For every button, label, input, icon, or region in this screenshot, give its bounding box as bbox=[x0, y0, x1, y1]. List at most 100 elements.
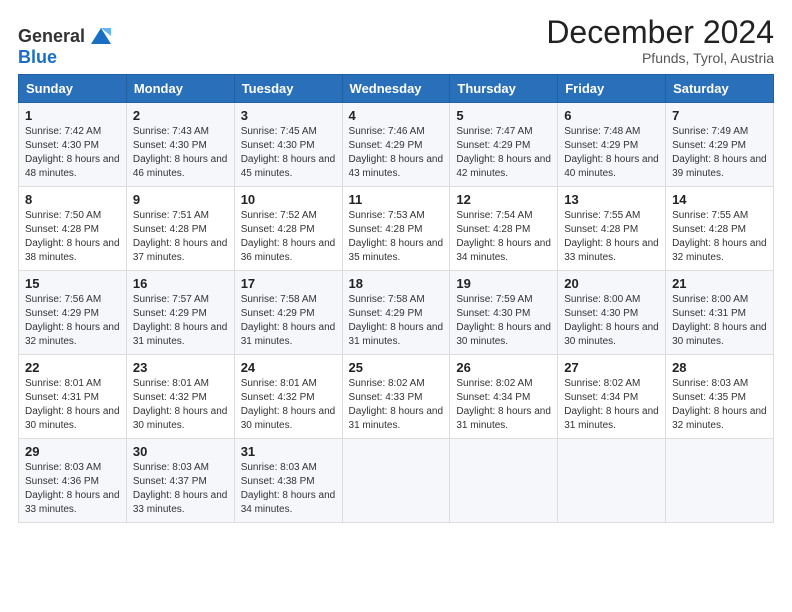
day-number: 6 bbox=[564, 108, 659, 123]
day-number: 18 bbox=[349, 276, 444, 291]
cell-content: Sunrise: 7:46 AMSunset: 4:29 PMDaylight:… bbox=[349, 126, 444, 179]
table-row: 27 Sunrise: 8:02 AMSunset: 4:34 PMDaylig… bbox=[558, 355, 666, 439]
cell-content: Sunrise: 7:55 AMSunset: 4:28 PMDaylight:… bbox=[672, 210, 767, 263]
table-row: 23 Sunrise: 8:01 AMSunset: 4:32 PMDaylig… bbox=[126, 355, 234, 439]
logo-blue: Blue bbox=[18, 48, 57, 66]
day-number: 23 bbox=[133, 360, 228, 375]
cell-content: Sunrise: 8:02 AMSunset: 4:33 PMDaylight:… bbox=[349, 378, 444, 431]
table-row: 24 Sunrise: 8:01 AMSunset: 4:32 PMDaylig… bbox=[234, 355, 342, 439]
calendar-week-row: 29 Sunrise: 8:03 AMSunset: 4:36 PMDaylig… bbox=[19, 439, 774, 523]
day-number: 8 bbox=[25, 192, 120, 207]
calendar-week-row: 8 Sunrise: 7:50 AMSunset: 4:28 PMDayligh… bbox=[19, 187, 774, 271]
day-number: 19 bbox=[456, 276, 551, 291]
logo-icon bbox=[87, 22, 115, 50]
logo-text: General bbox=[18, 27, 85, 45]
day-number: 29 bbox=[25, 444, 120, 459]
day-number: 12 bbox=[456, 192, 551, 207]
table-row: 21 Sunrise: 8:00 AMSunset: 4:31 PMDaylig… bbox=[666, 271, 774, 355]
day-number: 30 bbox=[133, 444, 228, 459]
title-block: December 2024 Pfunds, Tyrol, Austria bbox=[546, 15, 774, 66]
day-number: 21 bbox=[672, 276, 767, 291]
cell-content: Sunrise: 7:47 AMSunset: 4:29 PMDaylight:… bbox=[456, 126, 551, 179]
day-number: 7 bbox=[672, 108, 767, 123]
table-row: 11 Sunrise: 7:53 AMSunset: 4:28 PMDaylig… bbox=[342, 187, 450, 271]
cell-content: Sunrise: 7:49 AMSunset: 4:29 PMDaylight:… bbox=[672, 126, 767, 179]
header-monday: Monday bbox=[126, 75, 234, 103]
day-number: 11 bbox=[349, 192, 444, 207]
logo: General Blue bbox=[18, 22, 115, 66]
cell-content: Sunrise: 7:55 AMSunset: 4:28 PMDaylight:… bbox=[564, 210, 659, 263]
table-row: 18 Sunrise: 7:58 AMSunset: 4:29 PMDaylig… bbox=[342, 271, 450, 355]
header-friday: Friday bbox=[558, 75, 666, 103]
weekday-header-row: Sunday Monday Tuesday Wednesday Thursday… bbox=[19, 75, 774, 103]
table-row: 25 Sunrise: 8:02 AMSunset: 4:33 PMDaylig… bbox=[342, 355, 450, 439]
cell-content: Sunrise: 7:57 AMSunset: 4:29 PMDaylight:… bbox=[133, 294, 228, 347]
cell-content: Sunrise: 7:53 AMSunset: 4:28 PMDaylight:… bbox=[349, 210, 444, 263]
header-wednesday: Wednesday bbox=[342, 75, 450, 103]
day-number: 9 bbox=[133, 192, 228, 207]
day-number: 26 bbox=[456, 360, 551, 375]
cell-content: Sunrise: 8:03 AMSunset: 4:36 PMDaylight:… bbox=[25, 462, 120, 515]
day-number: 4 bbox=[349, 108, 444, 123]
calendar-week-row: 1 Sunrise: 7:42 AMSunset: 4:30 PMDayligh… bbox=[19, 103, 774, 187]
table-row: 2 Sunrise: 7:43 AMSunset: 4:30 PMDayligh… bbox=[126, 103, 234, 187]
table-row: 4 Sunrise: 7:46 AMSunset: 4:29 PMDayligh… bbox=[342, 103, 450, 187]
day-number: 3 bbox=[241, 108, 336, 123]
month-title: December 2024 bbox=[546, 15, 774, 50]
day-number: 17 bbox=[241, 276, 336, 291]
day-number: 14 bbox=[672, 192, 767, 207]
table-row: 10 Sunrise: 7:52 AMSunset: 4:28 PMDaylig… bbox=[234, 187, 342, 271]
cell-content: Sunrise: 8:02 AMSunset: 4:34 PMDaylight:… bbox=[456, 378, 551, 431]
table-row: 6 Sunrise: 7:48 AMSunset: 4:29 PMDayligh… bbox=[558, 103, 666, 187]
table-row: 16 Sunrise: 7:57 AMSunset: 4:29 PMDaylig… bbox=[126, 271, 234, 355]
cell-content: Sunrise: 7:54 AMSunset: 4:28 PMDaylight:… bbox=[456, 210, 551, 263]
cell-content: Sunrise: 8:01 AMSunset: 4:32 PMDaylight:… bbox=[133, 378, 228, 431]
day-number: 10 bbox=[241, 192, 336, 207]
day-number: 20 bbox=[564, 276, 659, 291]
table-row: 1 Sunrise: 7:42 AMSunset: 4:30 PMDayligh… bbox=[19, 103, 127, 187]
cell-content: Sunrise: 7:59 AMSunset: 4:30 PMDaylight:… bbox=[456, 294, 551, 347]
table-row: 5 Sunrise: 7:47 AMSunset: 4:29 PMDayligh… bbox=[450, 103, 558, 187]
table-row: 22 Sunrise: 8:01 AMSunset: 4:31 PMDaylig… bbox=[19, 355, 127, 439]
logo-general: General bbox=[18, 26, 85, 46]
table-row: 19 Sunrise: 7:59 AMSunset: 4:30 PMDaylig… bbox=[450, 271, 558, 355]
table-row: 28 Sunrise: 8:03 AMSunset: 4:35 PMDaylig… bbox=[666, 355, 774, 439]
cell-content: Sunrise: 7:43 AMSunset: 4:30 PMDaylight:… bbox=[133, 126, 228, 179]
day-number: 28 bbox=[672, 360, 767, 375]
calendar-table: Sunday Monday Tuesday Wednesday Thursday… bbox=[18, 74, 774, 523]
cell-content: Sunrise: 7:58 AMSunset: 4:29 PMDaylight:… bbox=[241, 294, 336, 347]
table-row: 31 Sunrise: 8:03 AMSunset: 4:38 PMDaylig… bbox=[234, 439, 342, 523]
calendar-week-row: 15 Sunrise: 7:56 AMSunset: 4:29 PMDaylig… bbox=[19, 271, 774, 355]
cell-content: Sunrise: 7:51 AMSunset: 4:28 PMDaylight:… bbox=[133, 210, 228, 263]
table-row: 14 Sunrise: 7:55 AMSunset: 4:28 PMDaylig… bbox=[666, 187, 774, 271]
day-number: 24 bbox=[241, 360, 336, 375]
cell-content: Sunrise: 8:00 AMSunset: 4:31 PMDaylight:… bbox=[672, 294, 767, 347]
day-number: 31 bbox=[241, 444, 336, 459]
location-subtitle: Pfunds, Tyrol, Austria bbox=[546, 50, 774, 66]
table-row: 3 Sunrise: 7:45 AMSunset: 4:30 PMDayligh… bbox=[234, 103, 342, 187]
cell-content: Sunrise: 7:45 AMSunset: 4:30 PMDaylight:… bbox=[241, 126, 336, 179]
table-row: 7 Sunrise: 7:49 AMSunset: 4:29 PMDayligh… bbox=[666, 103, 774, 187]
table-row: 26 Sunrise: 8:02 AMSunset: 4:34 PMDaylig… bbox=[450, 355, 558, 439]
day-number: 1 bbox=[25, 108, 120, 123]
table-row: 15 Sunrise: 7:56 AMSunset: 4:29 PMDaylig… bbox=[19, 271, 127, 355]
cell-content: Sunrise: 7:52 AMSunset: 4:28 PMDaylight:… bbox=[241, 210, 336, 263]
table-row: 30 Sunrise: 8:03 AMSunset: 4:37 PMDaylig… bbox=[126, 439, 234, 523]
cell-content: Sunrise: 7:56 AMSunset: 4:29 PMDaylight:… bbox=[25, 294, 120, 347]
table-row: 17 Sunrise: 7:58 AMSunset: 4:29 PMDaylig… bbox=[234, 271, 342, 355]
calendar-week-row: 22 Sunrise: 8:01 AMSunset: 4:31 PMDaylig… bbox=[19, 355, 774, 439]
cell-content: Sunrise: 7:42 AMSunset: 4:30 PMDaylight:… bbox=[25, 126, 120, 179]
table-row bbox=[558, 439, 666, 523]
table-row: 29 Sunrise: 8:03 AMSunset: 4:36 PMDaylig… bbox=[19, 439, 127, 523]
day-number: 5 bbox=[456, 108, 551, 123]
table-row bbox=[342, 439, 450, 523]
table-row: 8 Sunrise: 7:50 AMSunset: 4:28 PMDayligh… bbox=[19, 187, 127, 271]
day-number: 2 bbox=[133, 108, 228, 123]
page: General Blue December 2024 Pfunds, Tyrol… bbox=[0, 0, 792, 612]
cell-content: Sunrise: 8:03 AMSunset: 4:38 PMDaylight:… bbox=[241, 462, 336, 515]
cell-content: Sunrise: 8:02 AMSunset: 4:34 PMDaylight:… bbox=[564, 378, 659, 431]
cell-content: Sunrise: 7:48 AMSunset: 4:29 PMDaylight:… bbox=[564, 126, 659, 179]
header-sunday: Sunday bbox=[19, 75, 127, 103]
cell-content: Sunrise: 8:03 AMSunset: 4:37 PMDaylight:… bbox=[133, 462, 228, 515]
header-saturday: Saturday bbox=[666, 75, 774, 103]
